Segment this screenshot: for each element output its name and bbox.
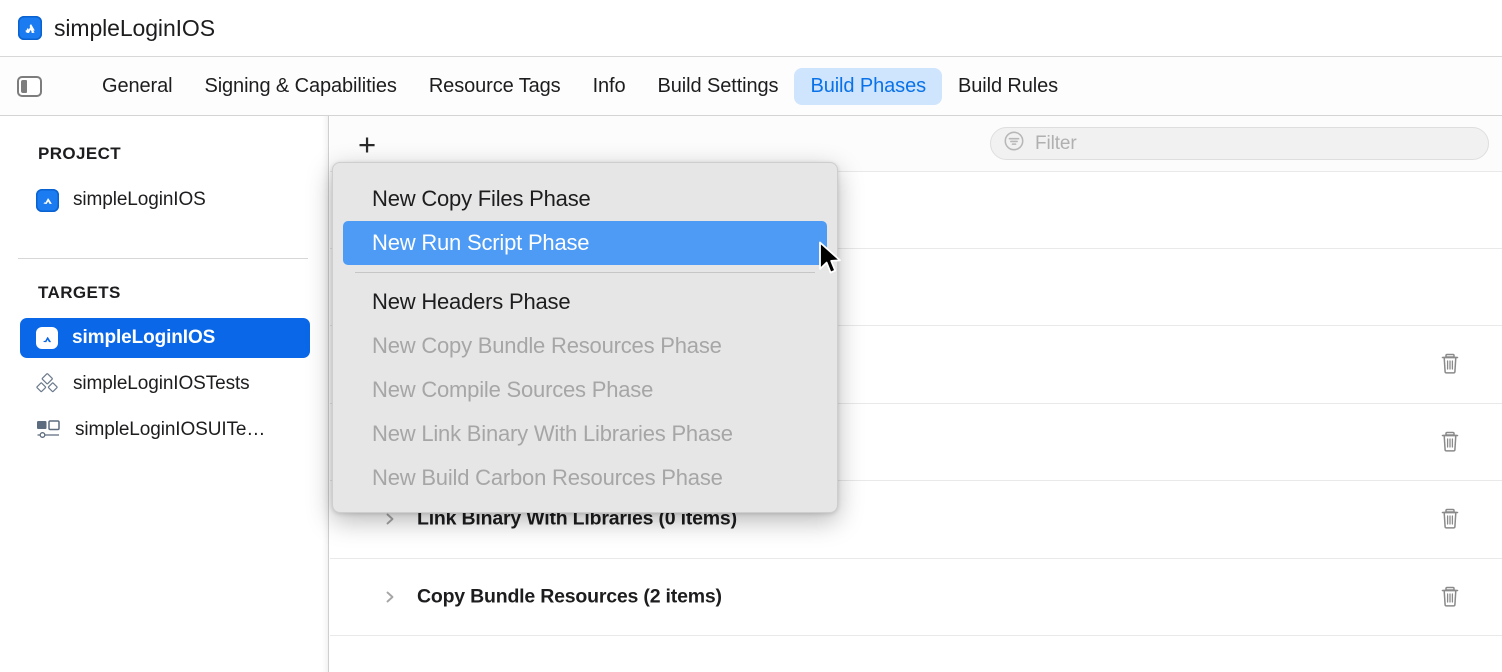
delete-build-phase-button[interactable] bbox=[1439, 507, 1461, 531]
delete-build-phase-button[interactable] bbox=[1439, 430, 1461, 454]
tab-resource-tags[interactable]: Resource Tags bbox=[413, 68, 577, 105]
sidebar-item-label: simpleLoginIOSTests bbox=[73, 373, 250, 394]
sidebar-item-label: simpleLoginIOSUITe… bbox=[75, 419, 266, 440]
delete-build-phase-button[interactable] bbox=[1439, 585, 1461, 609]
tab-info[interactable]: Info bbox=[577, 68, 642, 105]
tab-general[interactable]: General bbox=[86, 68, 188, 105]
tab-signing-capabilities[interactable]: Signing & Capabilities bbox=[188, 68, 412, 105]
sidebar-section-targets: TARGETS bbox=[38, 283, 121, 302]
sidebar-section-project: PROJECT bbox=[38, 144, 122, 163]
build-phase-row-copy-bundle-resources[interactable]: Copy Bundle Resources (2 items) bbox=[330, 559, 1502, 636]
ui-test-icon bbox=[36, 419, 61, 441]
menu-separator bbox=[355, 272, 815, 273]
window-titlebar: simpleLoginIOS bbox=[0, 0, 1502, 57]
sidebar-toggle-icon[interactable] bbox=[14, 73, 44, 99]
delete-build-phase-button[interactable] bbox=[1439, 352, 1461, 376]
appstore-icon bbox=[36, 188, 59, 212]
project-editor-tabbar: General Signing & Capabilities Resource … bbox=[0, 57, 1502, 116]
sidebar-panel-glyph bbox=[16, 75, 42, 97]
sidebar-item-project-simpleloginios[interactable]: simpleLoginIOS bbox=[20, 180, 310, 220]
filter-input[interactable]: Filter bbox=[990, 127, 1489, 160]
menu-item-new-run-script-phase[interactable]: New Run Script Phase bbox=[343, 221, 827, 265]
tab-strip: General Signing & Capabilities Resource … bbox=[86, 67, 1074, 105]
xcode-project-editor: simpleLoginIOS General Signing & Capabil… bbox=[0, 0, 1502, 672]
menu-item-new-compile-sources-phase: New Compile Sources Phase bbox=[372, 377, 654, 402]
sidebar-item-target-simpleloginiosuitests[interactable]: simpleLoginIOSUITe… bbox=[20, 410, 310, 450]
add-build-phase-menu: New Copy Files Phase New Run Script Phas… bbox=[332, 162, 838, 513]
sidebar-divider bbox=[18, 258, 308, 259]
sidebar-item-target-simpleloginios[interactable]: simpleLoginIOS bbox=[20, 318, 310, 358]
menu-item-new-headers-phase[interactable]: New Headers Phase bbox=[343, 280, 827, 324]
menu-item-new-build-carbon-resources-phase: New Build Carbon Resources Phase bbox=[372, 465, 723, 490]
tab-build-phases[interactable]: Build Phases bbox=[794, 67, 942, 105]
sidebar-item-label: simpleLoginIOS bbox=[73, 189, 206, 210]
filter-circle-icon bbox=[1003, 130, 1025, 157]
chevron-right-icon[interactable] bbox=[383, 512, 397, 526]
menu-item-new-link-binary-with-libraries-phase: New Link Binary With Libraries Phase bbox=[372, 421, 733, 446]
sidebar-item-target-simpleloginiostests[interactable]: simpleLoginIOSTests bbox=[20, 364, 310, 404]
window-title: simpleLoginIOS bbox=[54, 14, 215, 41]
chevron-right-icon[interactable] bbox=[383, 590, 397, 604]
unit-test-icon bbox=[36, 373, 59, 395]
sidebar-item-label: simpleLoginIOS bbox=[72, 327, 216, 348]
tab-build-settings[interactable]: Build Settings bbox=[642, 68, 795, 105]
project-navigator-sidebar: PROJECT simpleLoginIOS TARGETS simpleLog… bbox=[0, 116, 329, 672]
menu-item-new-copy-bundle-resources-phase: New Copy Bundle Resources Phase bbox=[372, 333, 722, 358]
appstore-icon bbox=[36, 327, 58, 349]
appstore-icon bbox=[18, 16, 42, 40]
build-phase-label: Copy Bundle Resources (2 items) bbox=[417, 585, 722, 608]
filter-placeholder: Filter bbox=[1035, 132, 1077, 154]
tab-build-rules[interactable]: Build Rules bbox=[942, 68, 1074, 105]
add-build-phase-button[interactable]: + bbox=[350, 128, 384, 160]
menu-item-new-copy-files-phase[interactable]: New Copy Files Phase bbox=[343, 177, 827, 221]
